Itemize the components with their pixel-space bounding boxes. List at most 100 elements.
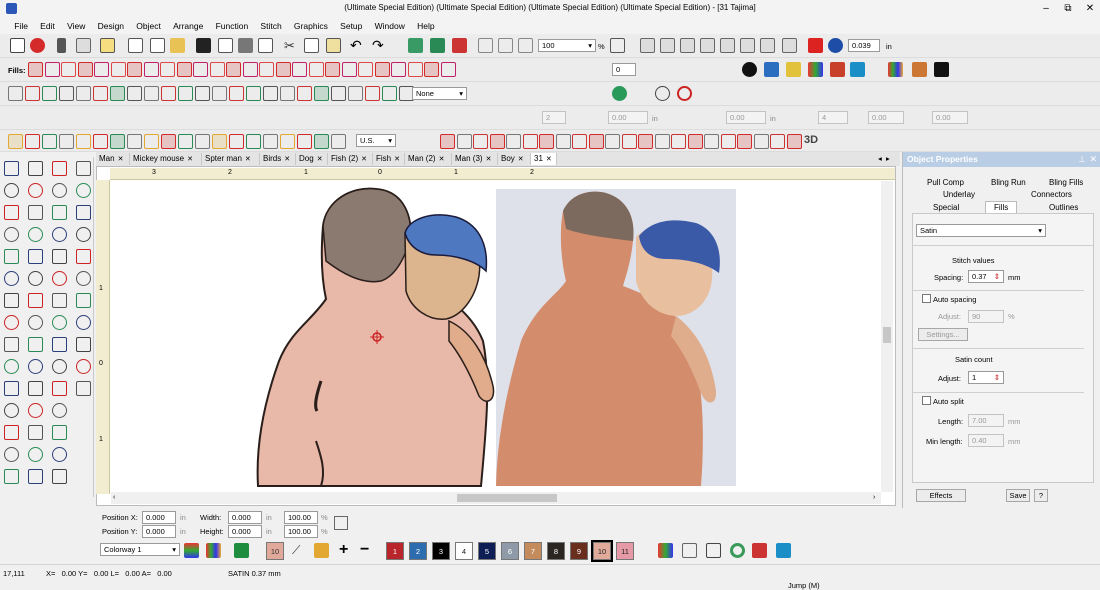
weld-icon[interactable]: [720, 38, 735, 53]
horizontal-scroll-thumb[interactable]: [457, 494, 557, 502]
tab-scroll-left[interactable]: ◂: [878, 154, 882, 163]
edit-tool-2-icon[interactable]: [25, 86, 40, 101]
effect-tool-11-icon[interactable]: [178, 134, 193, 149]
toolbox-tool-1-9-icon[interactable]: [4, 337, 19, 352]
fill-type-8-icon[interactable]: [143, 62, 159, 77]
stitch-effect-18-icon[interactable]: [720, 134, 736, 149]
effect-tool-15-icon[interactable]: [246, 134, 261, 149]
stitch-effect-12-icon[interactable]: [621, 134, 637, 149]
toolbox-tool-1-6-icon[interactable]: [4, 271, 19, 286]
spacing-v-input[interactable]: 0.00: [726, 111, 766, 124]
toolbox-tool-2-11-icon[interactable]: [28, 381, 43, 396]
toolbox-tool-2-6-icon[interactable]: [28, 271, 43, 286]
thread-chart-icon[interactable]: [658, 543, 673, 558]
fill-type-23-icon[interactable]: [391, 62, 406, 77]
threads-icon[interactable]: [830, 62, 845, 77]
tab-man[interactable]: Man ✕: [96, 153, 130, 165]
stitch-player-icon[interactable]: [408, 38, 423, 53]
stitch-effect-3-icon[interactable]: [473, 134, 488, 149]
toolbox-tool-2-10-icon[interactable]: [28, 359, 43, 374]
pin-icon[interactable]: ⊥: [1078, 154, 1086, 165]
toolbox-tool-2-4-icon[interactable]: [28, 227, 43, 242]
effect-tool-12-icon[interactable]: [195, 134, 210, 149]
toolbox-tool-2-9-icon[interactable]: [28, 337, 43, 352]
toolbox-tool-3-5-icon[interactable]: [52, 249, 67, 264]
minimize-button[interactable]: –: [1036, 1, 1056, 17]
effect-tool-4-icon[interactable]: [59, 134, 74, 149]
auto-spacing-checkbox[interactable]: [922, 294, 931, 303]
toolbox-tool-1-14-icon[interactable]: [4, 447, 19, 462]
fill-type-13-icon[interactable]: [226, 62, 241, 77]
edit-tool-10-icon[interactable]: [161, 86, 176, 101]
zoom-out-icon[interactable]: [498, 38, 513, 53]
edit-tool-14-icon[interactable]: [229, 86, 244, 101]
toolbox-tool-1-13-icon[interactable]: [4, 425, 19, 440]
toolbox-tool-4-11-icon[interactable]: [76, 381, 91, 396]
zoom-input[interactable]: 100 ▾: [538, 39, 596, 52]
stitch-effect-9-icon[interactable]: [572, 134, 587, 149]
color-grid-icon[interactable]: [206, 543, 221, 558]
stitch-effect-7-icon[interactable]: [539, 134, 554, 149]
save-props-button[interactable]: Save: [1006, 489, 1030, 502]
save-icon[interactable]: [196, 38, 211, 53]
toolbox-tool-1-5-icon[interactable]: [4, 249, 19, 264]
toolbox-tool-4-7-icon[interactable]: [76, 293, 91, 308]
width-input[interactable]: 0.000: [228, 511, 262, 524]
none-select[interactable]: None ▾: [412, 87, 467, 100]
close-panel-icon[interactable]: ✕: [1089, 154, 1097, 165]
effect-tool-17-icon[interactable]: [280, 134, 295, 149]
open-folder-icon[interactable]: [170, 38, 185, 53]
stitch-effect-8-icon[interactable]: [555, 134, 571, 149]
effect-tool-7-icon[interactable]: [110, 134, 125, 149]
fill-type-2-icon[interactable]: [44, 62, 60, 77]
toolbox-tool-2-3-icon[interactable]: [28, 205, 43, 220]
stitch-effect-20-icon[interactable]: [753, 134, 769, 149]
edit-tool-12-icon[interactable]: [195, 86, 210, 101]
fill-type-14-icon[interactable]: [242, 62, 258, 77]
toolbox-tool-2-2-icon[interactable]: [28, 183, 43, 198]
effect-tool-1-icon[interactable]: [8, 134, 23, 149]
color-swatch[interactable]: 6: [501, 542, 519, 560]
toolbox-tool-1-11-icon[interactable]: [4, 381, 19, 396]
edit-tool-23-icon[interactable]: [382, 86, 397, 101]
combine-icon[interactable]: [680, 38, 695, 53]
menu-view[interactable]: View: [62, 18, 90, 34]
edit-tool-1-icon[interactable]: [8, 86, 23, 101]
fill-type-25-icon[interactable]: [424, 62, 439, 77]
eyedropper-icon[interactable]: ⟋: [292, 543, 307, 558]
fill-type-4-icon[interactable]: [77, 62, 93, 77]
toolbox-tool-4-10-icon[interactable]: [76, 359, 91, 374]
toolbox-tool-4-8-icon[interactable]: [76, 315, 91, 330]
export-icon[interactable]: [218, 38, 233, 53]
effect-tool-16-icon[interactable]: [263, 134, 278, 149]
tab-connectors[interactable]: Connectors: [1031, 189, 1072, 201]
current-color-swatch[interactable]: 10: [266, 542, 284, 560]
stitch-effect-5-icon[interactable]: [506, 134, 521, 149]
menu-file[interactable]: File: [9, 18, 33, 34]
fill-type-5-icon[interactable]: [94, 62, 109, 77]
grid-icon[interactable]: [610, 38, 625, 53]
edit-tool-17-icon[interactable]: [280, 86, 295, 101]
fill-type-15-icon[interactable]: [259, 62, 274, 77]
stitch-effect-4-icon[interactable]: [489, 134, 505, 149]
menu-graphics[interactable]: Graphics: [289, 18, 333, 34]
toolbox-tool-1-4-icon[interactable]: [4, 227, 19, 242]
horizontal-scrollbar[interactable]: ‹ ›: [111, 492, 881, 504]
edit-tool-3-icon[interactable]: [42, 86, 57, 101]
vertical-scroll-thumb[interactable]: [883, 327, 891, 343]
spool-icon[interactable]: [850, 62, 865, 77]
menu-edit[interactable]: Edit: [35, 18, 60, 34]
tab-bling-fills[interactable]: Bling Fills: [1049, 177, 1083, 189]
edit-tool-18-icon[interactable]: [297, 86, 312, 101]
stitch-effect-16-icon[interactable]: [687, 134, 703, 149]
travel-icon[interactable]: [430, 38, 445, 53]
fill-type-10-icon[interactable]: [176, 62, 192, 77]
toolbox-tool-4-9-icon[interactable]: [76, 337, 91, 352]
offset-x-input[interactable]: 0.00: [868, 111, 904, 124]
table-icon[interactable]: [764, 62, 779, 77]
rotate-input[interactable]: 0: [612, 63, 636, 76]
stitch-angle-icon[interactable]: [612, 86, 627, 101]
menu-help[interactable]: Help: [412, 18, 439, 34]
spool-icon-2[interactable]: [776, 543, 791, 558]
units-select[interactable]: U.S. ▾: [356, 134, 396, 147]
